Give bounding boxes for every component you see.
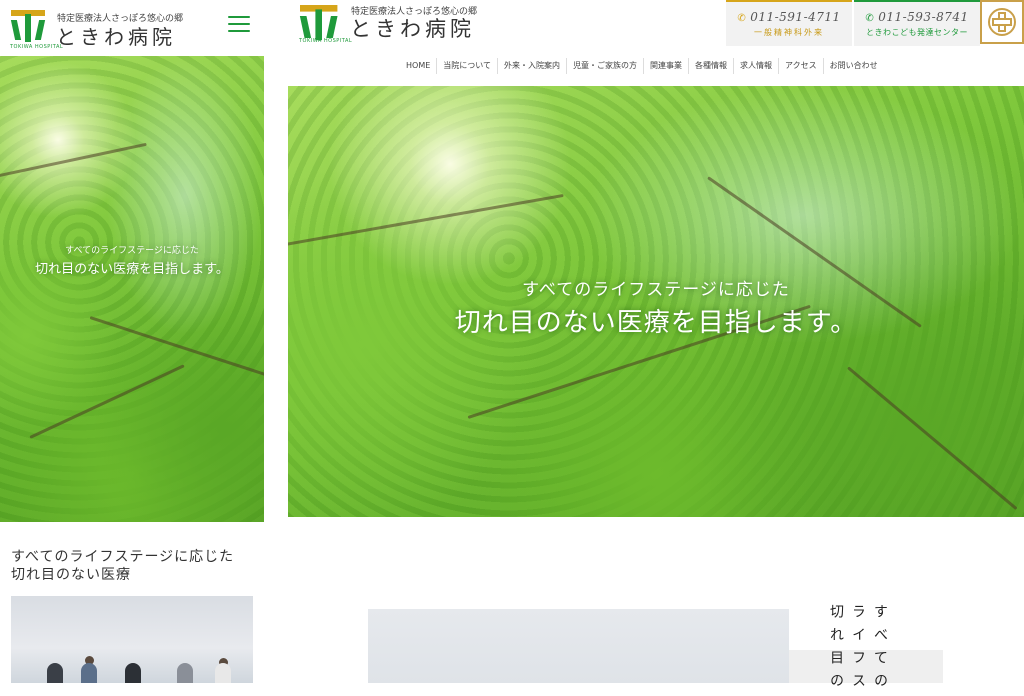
mobile-hero-line1: すべてのライフステージに応じた bbox=[65, 246, 199, 256]
logo-name[interactable]: ときわ病院 bbox=[56, 21, 176, 50]
mobile-section-title-line1: すべてのライフステージに応じた bbox=[11, 549, 235, 565]
nav-children-family[interactable]: 児童・ご家族の方 bbox=[566, 58, 643, 74]
nav-recruit[interactable]: 求人情報 bbox=[733, 58, 778, 74]
desktop-nav: HOME 当院について 外来・入院案内 児童・ご家族の方 関連事業 各種情報 求… bbox=[400, 58, 920, 74]
nav-outpatient[interactable]: 外来・入院案内 bbox=[497, 58, 566, 74]
desktop-hero-line2: 切れ目のない医療を目指します。 bbox=[454, 308, 858, 338]
desktop-people-photo bbox=[368, 609, 789, 683]
nav-home[interactable]: HOME bbox=[400, 58, 436, 74]
vertical-text-col1: すべての bbox=[872, 604, 888, 696]
desktop-hero-line1: すべてのライフステージに応じた bbox=[522, 280, 790, 300]
tel-general-label: 一般精神科外来 bbox=[754, 28, 824, 37]
nav-information[interactable]: 各種情報 bbox=[688, 58, 733, 74]
mobile-people-photo bbox=[11, 596, 253, 683]
phone-icon: ✆ bbox=[737, 13, 747, 24]
hamburger-menu-icon[interactable] bbox=[228, 16, 250, 36]
vertical-text-col2: ライフス bbox=[850, 604, 866, 696]
mobile-section-title-line2: 切れ目のない医療 bbox=[11, 567, 131, 583]
logo-name[interactable]: ときわ病院 bbox=[350, 13, 475, 43]
hospital-cross-badge-icon[interactable] bbox=[980, 0, 1024, 44]
tel-child-number: 011-593-8741 bbox=[878, 10, 969, 24]
desktop-hero: すべてのライフステージに応じた 切れ目のない医療を目指します。 bbox=[288, 86, 1024, 517]
nav-related[interactable]: 関連事業 bbox=[643, 58, 688, 74]
nav-contact[interactable]: お問い合わせ bbox=[822, 58, 884, 74]
phone-icon: ✆ bbox=[865, 13, 875, 24]
mobile-header: TOKIWA HOSPITAL 特定医療法人さっぽろ悠心の郷 ときわ病院 bbox=[0, 0, 264, 57]
logo-english: TOKIWA HOSPITAL bbox=[299, 38, 353, 44]
hospital-logo-icon[interactable] bbox=[10, 10, 46, 44]
mobile-hero: すべてのライフステージに応じた 切れ目のない医療を目指します。 bbox=[0, 56, 264, 522]
nav-access[interactable]: アクセス bbox=[778, 58, 823, 74]
vertical-text-col3: 切れ目の bbox=[828, 604, 844, 696]
tel-general-button[interactable]: ✆ 011-591-4711 一般精神科外来 bbox=[726, 0, 852, 46]
tel-general-number: 011-591-4711 bbox=[750, 10, 841, 24]
tel-child-label: ときわこども発達センター bbox=[866, 28, 968, 37]
tel-child-center-button[interactable]: ✆ 011-593-8741 ときわこども発達センター bbox=[854, 0, 980, 46]
mobile-hero-line2: 切れ目のない医療を目指します。 bbox=[35, 262, 229, 277]
nav-about[interactable]: 当院について bbox=[436, 58, 497, 74]
hospital-logo-icon[interactable] bbox=[299, 5, 338, 42]
mobile-section-title: すべてのライフステージに応じた 切れ目のない医療 bbox=[11, 548, 256, 584]
